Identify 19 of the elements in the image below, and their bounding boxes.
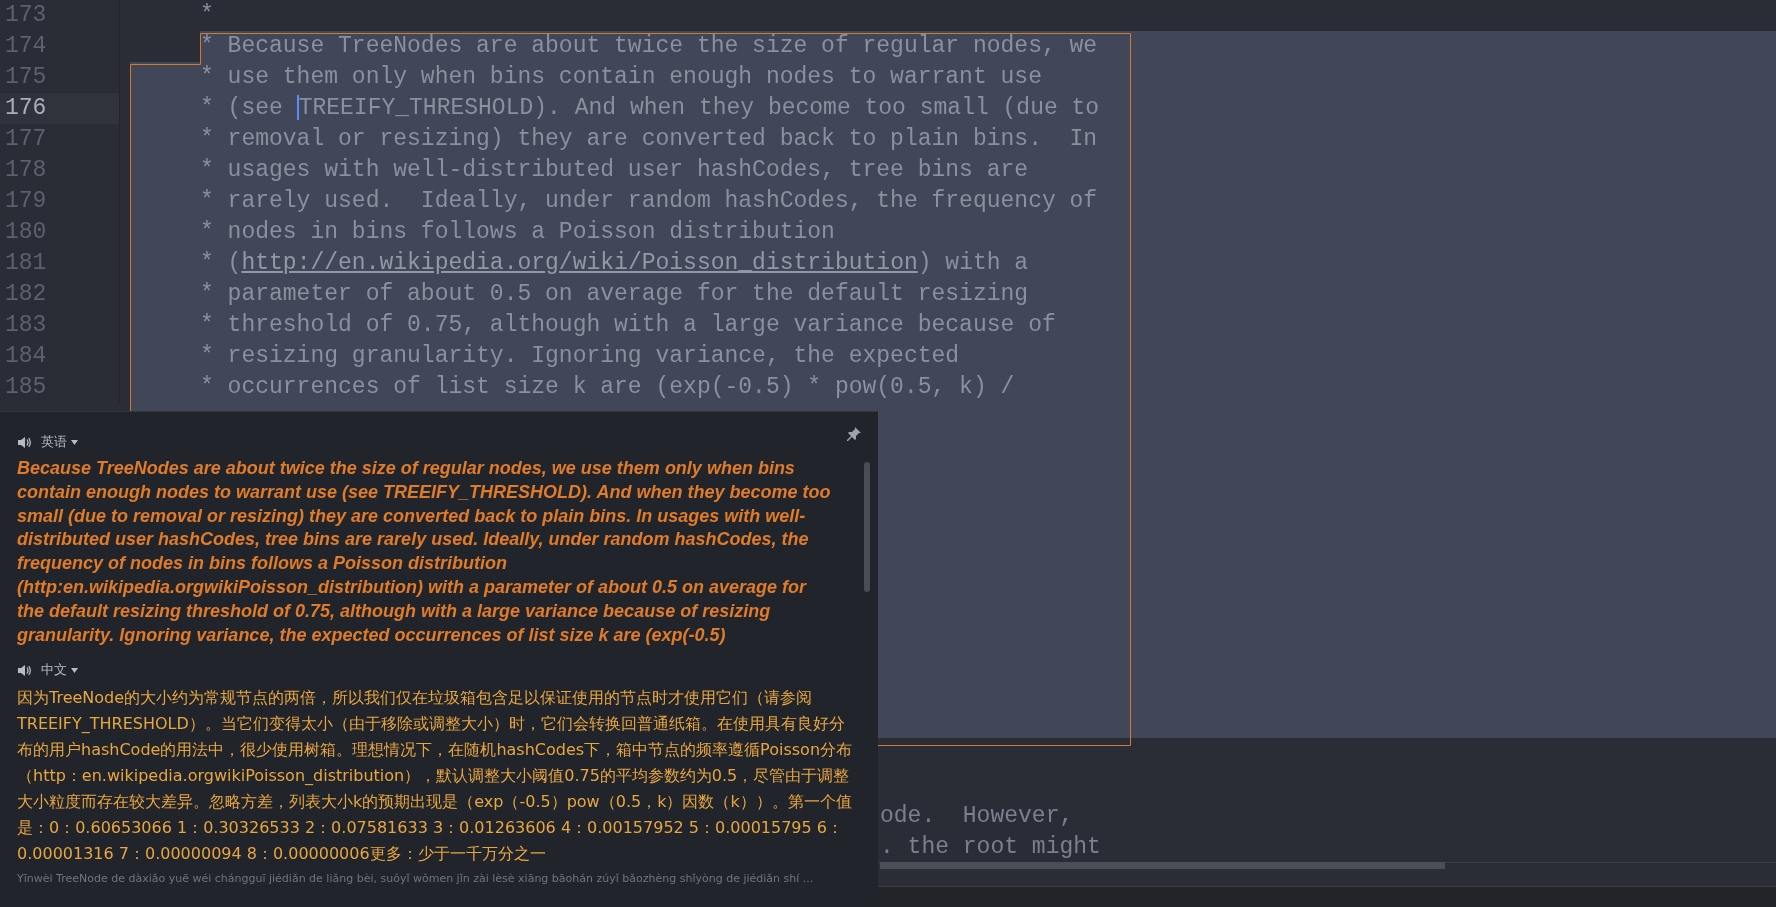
code-text: ) with a (917, 250, 1029, 276)
romanization-text: Yīnwèi TreeNode de dàxiǎo yuē wéi chángguī jiédiǎn de liǎng bèi, suǒyǐ wǒmen jǐn zài lèsè xiāng bāohán zúyǐ bǎozhèng shǐyòng de jiédiǎn shí ... (17, 871, 815, 887)
text-cursor (296, 95, 299, 121)
speaker-icon[interactable] (17, 435, 31, 449)
code-line: * (199, 1, 215, 30)
code-line: . the root might (880, 834, 1101, 859)
horizontal-scrollbar[interactable] (880, 862, 1445, 869)
caret-icon (71, 668, 78, 674)
code-line: ode. However, (880, 803, 1074, 828)
speaker-icon[interactable] (17, 663, 31, 677)
code-text: * ( (200, 250, 242, 276)
language-dropdown[interactable]: 中文 (41, 660, 78, 680)
source-text: Because TreeNodes are about twice the size of regular nodes, we use them only when bins contain enough nodes to warrant use (see TREEIFY_THRESHOLD). And when they become too small (due to removal or resizing) they are converted back to plain bins. In usages with well-distributed user hashCodes, tree bins are rarely used. Ideally, under random hashCodes, the frequency of nodes in bins follows a Poisson distribution (http:en.wikipedia.orgwikiPoisson_distribution) with a parameter of about 0.5 on average for the default resizing threshold of 0.75, although with a large variance because of resizing granularity. Ignoring variance, the expected occurrences of list size k are (exp(-0.5) (17, 457, 832, 647)
pin-icon[interactable] (846, 426, 862, 442)
vertical-scrollbar[interactable] (864, 462, 870, 592)
language-dropdown[interactable]: 英语 (41, 432, 78, 452)
line-number: 176 (0, 93, 120, 124)
translated-text: 因为TreeNode的大小约为常规节点的两倍，所以我们仅在垃圾箱包含足以保证使用的节点时才使用它们（请参阅TREEIFY_THRESHOLD）。当它们变得太小（由于移除或调整大小）时，它们会转换回普通纸箱。在使用具有良好分布的用户hashCode的用法中，很少使用树箱。理想情况下，在随机hashCodes下，箱中节点的频率遵循Poisson分布（http：en.wikipedia.orgwikiPoisson_distribution），默认调整大小阈值0.75的平均参数约为0.5，尽管由于调整大小粒度而存在较大差异。忽略方差，列表大小k的预期出现是（exp（-0.5）pow（0.5，k）因数（k））。第一个值是：0：0.60653066 1：0.30326533 2：0.07581633 3：0.01263606 4：0.00157952 5：0.00015795 6：0.00001316 7：0.00000094 8：0.00000006更多：少于一千万分之一 (17, 687, 853, 865)
caret-icon (71, 440, 78, 446)
